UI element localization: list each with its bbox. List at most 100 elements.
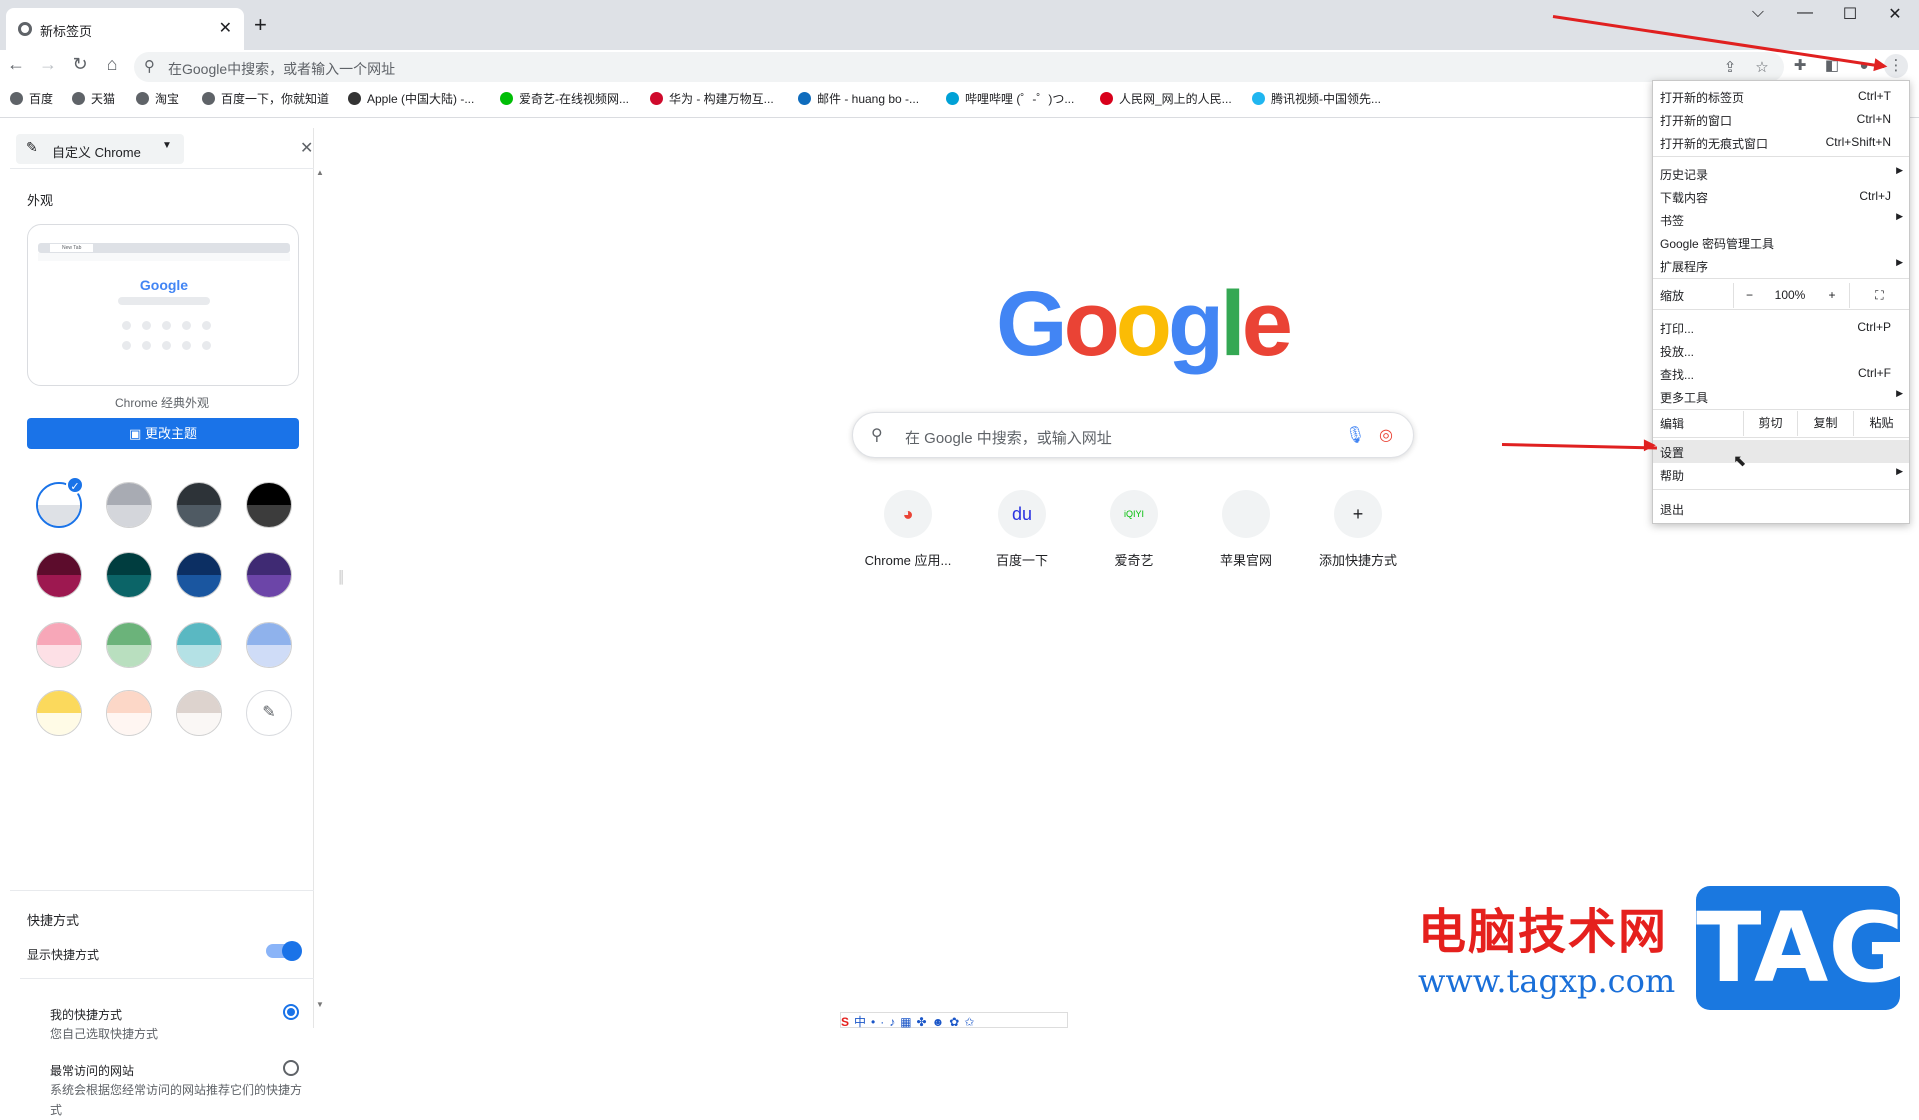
color-swatch[interactable] bbox=[246, 622, 292, 668]
shortcut-icon: iQIYI bbox=[1110, 490, 1158, 538]
maximize-button[interactable]: ☐ bbox=[1830, 4, 1870, 24]
menu-item[interactable]: 下载内容 Ctrl+J bbox=[1653, 185, 1909, 208]
google-logo-letter: o bbox=[1063, 273, 1120, 375]
tab-close-icon[interactable]: ✕ bbox=[219, 18, 232, 38]
menu-item[interactable]: 历史记录 ▶ bbox=[1653, 162, 1909, 185]
my-shortcuts-radio[interactable] bbox=[283, 1004, 299, 1020]
zoom-out-button[interactable]: − bbox=[1733, 283, 1765, 308]
color-swatch[interactable] bbox=[106, 552, 152, 598]
home-button[interactable]: ⌂ bbox=[98, 50, 126, 78]
edit-label: 编辑 bbox=[1660, 417, 1685, 431]
my-shortcuts-description: 您自己选取快捷方式 bbox=[50, 1027, 159, 1041]
bookmark-label: 邮件 - huang bo -... bbox=[817, 92, 920, 106]
shortcut-icon bbox=[1222, 490, 1270, 538]
google-lens-icon[interactable]: ◎ bbox=[1379, 425, 1393, 445]
shortcut-label: Chrome 应用... bbox=[864, 553, 952, 568]
bookmark-item[interactable]: Apple (中国大陆) -... bbox=[348, 90, 474, 107]
bookmark-star-icon[interactable]: ☆ bbox=[1750, 56, 1774, 80]
color-swatch[interactable] bbox=[246, 482, 292, 528]
menu-item[interactable]: 打开新的窗口 Ctrl+N bbox=[1653, 108, 1909, 131]
custom-color-pipette-icon[interactable]: ✎ bbox=[246, 690, 292, 736]
panel-selector[interactable]: ✎ 自定义 Chrome ▼ bbox=[16, 134, 184, 164]
menu-item[interactable]: 查找... Ctrl+F bbox=[1653, 362, 1909, 385]
menu-item[interactable]: 更多工具 ▶ bbox=[1653, 385, 1909, 408]
menu-item[interactable]: 打印... Ctrl+P bbox=[1653, 316, 1909, 339]
ntp-search-box[interactable]: ⚲ 在 Google 中搜索，或输入网址 🎙 ◎ bbox=[852, 412, 1414, 458]
swatch-top bbox=[107, 483, 151, 505]
theme-preview: New Tab Google bbox=[27, 224, 299, 386]
preview-dot bbox=[142, 341, 151, 350]
preview-caption: Chrome 经典外观 bbox=[114, 396, 209, 410]
bookmark-item[interactable]: 哔哩哔哩 (゜-゜)つ... bbox=[946, 90, 1074, 107]
ime-toolbar[interactable]: S中•·♪▦✤☻✿✩ bbox=[840, 1012, 1068, 1029]
bookmark-item[interactable]: 人民网_网上的人民... bbox=[1100, 90, 1232, 107]
close-window-button[interactable]: ✕ bbox=[1875, 4, 1915, 24]
color-swatch[interactable] bbox=[176, 690, 222, 736]
scroll-up-icon[interactable]: ▲ bbox=[316, 168, 324, 177]
color-swatch[interactable] bbox=[176, 622, 222, 668]
menu-item[interactable]: 退出 bbox=[1653, 497, 1909, 520]
bookmark-item[interactable]: 腾讯视频-中国领先... bbox=[1252, 90, 1381, 107]
change-theme-button[interactable]: ▣ 更改主题 bbox=[27, 418, 299, 449]
share-icon[interactable]: ⇪ bbox=[1718, 56, 1742, 80]
color-swatch[interactable] bbox=[36, 690, 82, 736]
copy-button[interactable]: 复制 bbox=[1797, 411, 1853, 436]
color-swatch[interactable] bbox=[36, 552, 82, 598]
close-panel-icon[interactable]: ✕ bbox=[300, 138, 313, 158]
menu-item[interactable]: 打开新的无痕式窗口 Ctrl+Shift+N bbox=[1653, 131, 1909, 154]
menu-item[interactable]: 设置 bbox=[1653, 440, 1909, 463]
bookmark-item[interactable]: 华为 - 构建万物互... bbox=[650, 90, 774, 107]
color-swatch[interactable] bbox=[106, 482, 152, 528]
color-swatch[interactable] bbox=[176, 552, 222, 598]
back-button[interactable]: ← bbox=[2, 50, 30, 78]
bookmark-item[interactable]: 天猫 bbox=[72, 90, 115, 107]
menu-item-shortcut: Ctrl+N bbox=[1856, 112, 1891, 126]
swatch-top bbox=[247, 483, 291, 505]
preview-dot bbox=[202, 321, 211, 330]
menu-divider bbox=[1653, 309, 1909, 310]
tab-search-icon[interactable]: ⌵ bbox=[1738, 4, 1778, 22]
menu-item[interactable]: 扩展程序 ▶ bbox=[1653, 254, 1909, 277]
color-swatch[interactable] bbox=[106, 622, 152, 668]
menu-item[interactable]: 投放... bbox=[1653, 339, 1909, 362]
bookmark-item[interactable]: 邮件 - huang bo -... bbox=[798, 90, 919, 107]
ntp-shortcut[interactable]: + 添加快捷方式 bbox=[1302, 490, 1414, 569]
color-swatch[interactable] bbox=[36, 622, 82, 668]
bookmark-item[interactable]: 淘宝 bbox=[136, 90, 179, 107]
show-shortcuts-toggle[interactable] bbox=[266, 941, 302, 961]
panel-scrollbar[interactable]: ▲ ▼ bbox=[316, 168, 326, 1018]
extensions-icon[interactable]: ✚ bbox=[1788, 54, 1812, 78]
fullscreen-icon[interactable]: ⛶ bbox=[1849, 283, 1909, 308]
reload-button[interactable]: ↻ bbox=[66, 50, 94, 78]
panel-resize-handle[interactable]: ║ bbox=[337, 570, 346, 584]
bookmark-item[interactable]: 爱奇艺-在线视频网... bbox=[500, 90, 629, 107]
ntp-shortcut[interactable]: iQIYI 爱奇艺 bbox=[1078, 490, 1190, 569]
microphone-icon[interactable]: 🎙 bbox=[1345, 425, 1365, 445]
bookmark-item[interactable]: 百度一下，你就知道 bbox=[202, 90, 329, 107]
minimize-button[interactable]: — bbox=[1785, 4, 1825, 22]
address-bar[interactable]: ⚲ 在Google中搜索，或者输入一个网址 ⇪ ☆ bbox=[134, 52, 1784, 82]
cut-button[interactable]: 剪切 bbox=[1743, 411, 1797, 436]
tab-new-tab[interactable]: 新标签页 ✕ bbox=[6, 8, 244, 50]
color-swatch[interactable] bbox=[106, 690, 152, 736]
most-visited-radio[interactable] bbox=[283, 1060, 299, 1076]
zoom-in-button[interactable]: + bbox=[1815, 283, 1849, 308]
menu-item[interactable]: 书签 ▶ bbox=[1653, 208, 1909, 231]
ntp-shortcut[interactable]: du 百度一下 bbox=[966, 490, 1078, 569]
menu-item[interactable]: Google 密码管理工具 bbox=[1653, 231, 1909, 254]
scroll-down-icon[interactable]: ▼ bbox=[316, 1000, 324, 1009]
forward-button[interactable]: → bbox=[34, 50, 62, 78]
swatch-bottom bbox=[177, 645, 221, 667]
paste-button[interactable]: 粘贴 bbox=[1853, 411, 1909, 436]
color-swatch[interactable] bbox=[176, 482, 222, 528]
bookmark-item[interactable]: 百度 bbox=[10, 90, 53, 107]
swatch-top bbox=[247, 623, 291, 645]
menu-item[interactable]: 帮助 ▶ bbox=[1653, 463, 1909, 486]
color-swatch[interactable] bbox=[246, 552, 292, 598]
menu-divider bbox=[1653, 409, 1909, 410]
ntp-shortcut[interactable]: 苹果官网 bbox=[1190, 490, 1302, 569]
menu-item[interactable]: 打开新的标签页 Ctrl+T bbox=[1653, 85, 1909, 108]
new-tab-button[interactable]: + bbox=[254, 12, 267, 38]
ntp-shortcut[interactable]: ◕ Chrome 应用... bbox=[852, 490, 964, 569]
google-logo: Google bbox=[996, 272, 1293, 377]
